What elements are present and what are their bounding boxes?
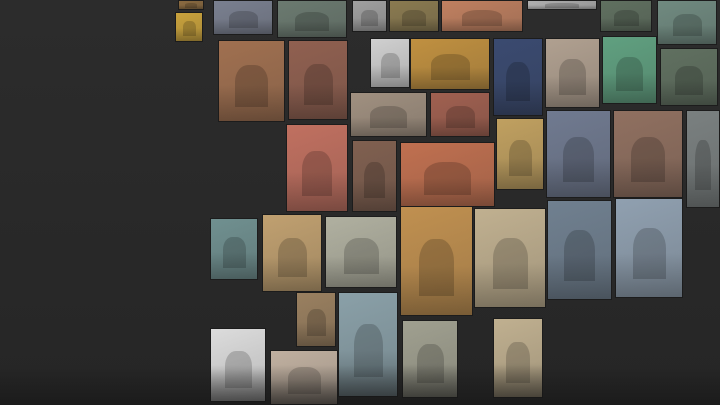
photo-tile[interactable] <box>218 40 285 122</box>
photo-tile[interactable] <box>210 328 266 402</box>
photo-tile[interactable] <box>213 0 273 35</box>
photo-collage <box>0 0 720 405</box>
photo-tile[interactable] <box>600 0 652 32</box>
photo-tile[interactable] <box>430 92 490 137</box>
photo-tile[interactable] <box>546 110 611 198</box>
photo-tile[interactable] <box>547 200 612 300</box>
photo-tile[interactable] <box>352 0 387 32</box>
photo-tile[interactable] <box>496 118 544 190</box>
photo-tile[interactable] <box>389 0 439 32</box>
photo-tile[interactable] <box>277 0 347 38</box>
photo-tile[interactable] <box>370 38 410 88</box>
photo-tile[interactable] <box>441 0 523 32</box>
photo-tile[interactable] <box>286 124 348 212</box>
photo-tile[interactable] <box>660 48 718 106</box>
photo-tile[interactable] <box>325 216 397 288</box>
photo-tile[interactable] <box>210 218 258 280</box>
photo-tile[interactable] <box>493 318 543 398</box>
photo-tile[interactable] <box>262 214 322 292</box>
photo-tile[interactable] <box>178 0 204 10</box>
photo-tile[interactable] <box>474 208 546 308</box>
photo-tile[interactable] <box>402 320 458 398</box>
photo-tile[interactable] <box>686 110 720 208</box>
photo-tile[interactable] <box>657 0 717 45</box>
photo-tile[interactable] <box>350 92 427 137</box>
photo-tile[interactable] <box>175 12 203 42</box>
photo-tile[interactable] <box>288 40 348 120</box>
photo-tile[interactable] <box>602 36 657 104</box>
photo-tile[interactable] <box>493 38 543 116</box>
photo-tile[interactable] <box>338 292 398 397</box>
photo-tile[interactable] <box>296 292 336 347</box>
photo-tile[interactable] <box>615 198 683 298</box>
photo-tile[interactable] <box>270 350 338 405</box>
photo-tile[interactable] <box>400 206 473 316</box>
photo-tile[interactable] <box>352 140 397 212</box>
photo-tile[interactable] <box>545 38 600 108</box>
photo-tile[interactable] <box>410 38 490 90</box>
photo-tile[interactable] <box>613 110 683 198</box>
photo-tile[interactable] <box>400 142 495 207</box>
photo-tile[interactable] <box>527 0 597 10</box>
